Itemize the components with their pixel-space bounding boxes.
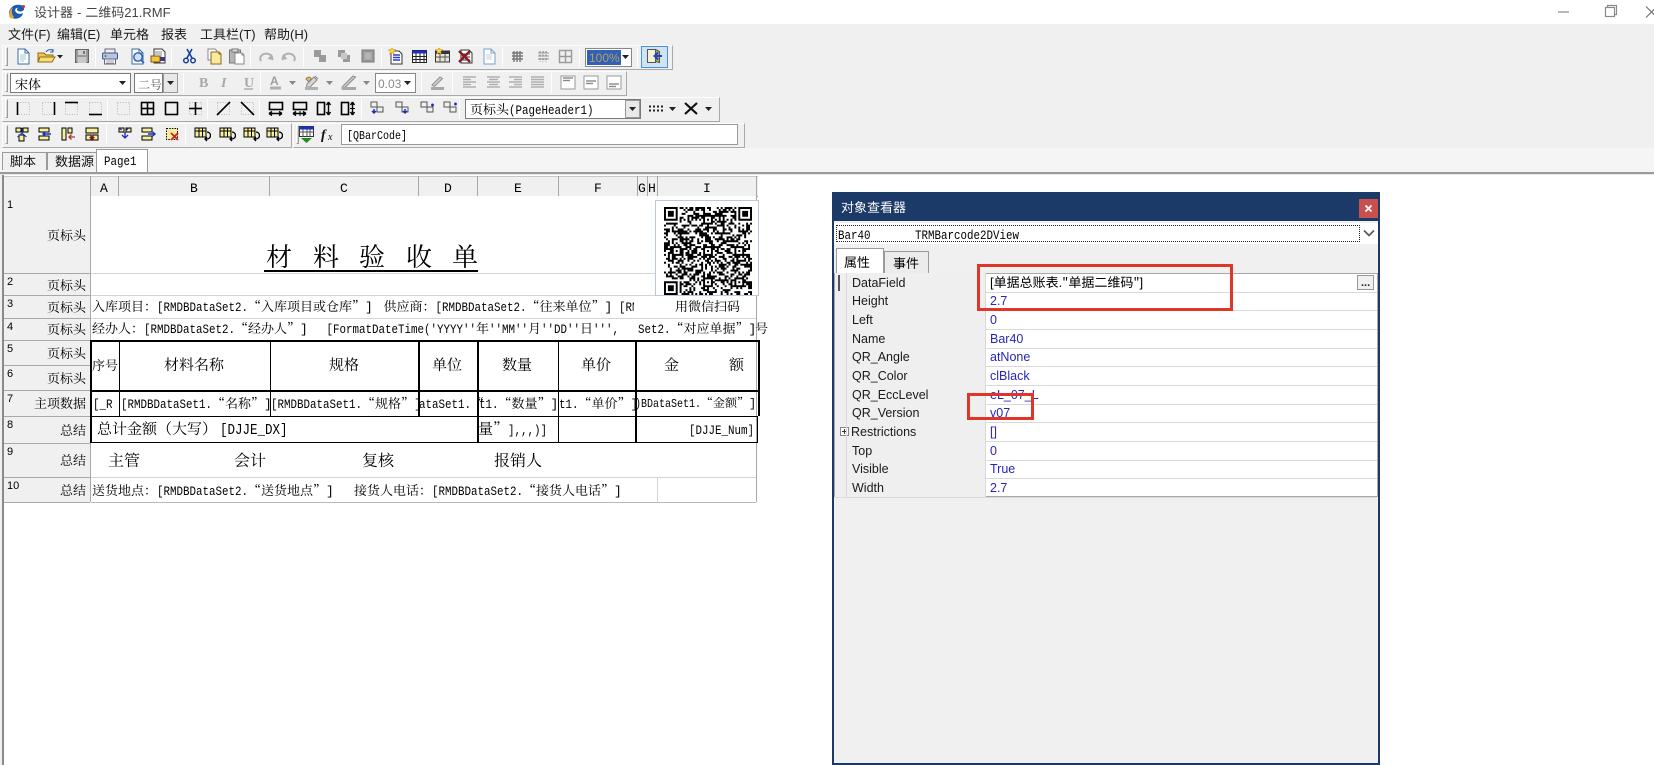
svg-text:1: 1 [7,199,13,211]
svg-text:2.7: 2.7 [990,481,1007,495]
svg-text:D: D [444,181,452,196]
svg-text:3: 3 [7,298,13,310]
svg-text:QR_Color: QR_Color [852,369,908,383]
svg-text:Bar40: Bar40 [838,228,871,243]
svg-text:x: x [327,132,333,143]
svg-text:[RMDBDataSet2.: [RMDBDataSet2. [157,300,248,315]
svg-text:Page1: Page1 [104,154,137,169]
svg-text:Width: Width [852,481,884,495]
svg-text:[RMD: [RMD [619,300,634,315]
svg-text:]: ] [326,484,334,499]
svg-text:0: 0 [990,444,997,458]
svg-text:Left: Left [852,313,873,327]
svg-text:]: ] [551,397,559,412]
svg-text:(F): (F) [34,27,51,42]
svg-text:F: F [594,181,602,196]
svg-text:Top: Top [852,444,872,458]
svg-text:QR_EccLevel: QR_EccLevel [852,388,928,402]
svg-text:atNone: atNone [990,350,1030,364]
svg-text:ataSet1.: ataSet1. [419,397,471,412]
svg-text:Set2.: Set2. [638,322,671,337]
svg-text:2: 2 [7,276,13,288]
svg-text:TRMBarcode2DView: TRMBarcode2DView [915,228,1019,243]
svg-text:[RMDBDataSet1.: [RMDBDataSet1. [271,397,362,412]
svg-text:21.RMF: 21.RMF [124,5,170,20]
svg-text:E: E [514,181,522,196]
svg-text:]: ] [614,484,622,499]
svg-text:[RMDBDataSet2.: [RMDBDataSet2. [144,322,235,337]
svg-text:0.03: 0.03 [378,77,402,91]
svg-text:],,,)]: ],,,)] [508,423,547,438]
svg-text:QR_Angle: QR_Angle [852,350,910,364]
svg-text:9: 9 [7,446,13,458]
svg-text:B: B [199,76,208,91]
svg-text:''DD'': ''DD'' [541,322,580,337]
svg-text:Bar40: Bar40 [990,332,1023,346]
svg-text:...: ... [1361,277,1370,289]
svg-text:100%: 100% [589,51,620,65]
svg-text:QR_Version: QR_Version [852,406,919,420]
svg-text:True: True [990,462,1015,476]
svg-text:(PageHeader1): (PageHeader1) [509,103,594,118]
svg-text:8: 8 [7,419,13,431]
svg-text:[RMDBDataSet2.: [RMDBDataSet2. [436,300,527,315]
svg-text:[DJJE_DX]: [DJJE_DX] [220,422,288,439]
svg-text:[RMDBDataSet1.: [RMDBDataSet1. [121,397,212,412]
svg-text:Height: Height [852,294,889,308]
svg-text:0: 0 [990,313,997,327]
svg-text:A: A [100,181,108,196]
svg-text:]: ] [300,322,308,337]
svg-text:I: I [703,181,711,196]
svg-text:[_R: [_R [93,397,113,412]
svg-text:f: f [321,128,327,143]
svg-text:H: H [648,181,656,196]
svg-text:t1.: t1. [479,397,499,412]
svg-text:-: - [77,5,81,20]
svg-text:G: G [638,181,646,196]
svg-text:clBlack: clBlack [990,369,1030,383]
svg-text:''MM'': ''MM'' [489,322,528,337]
svg-text:[RMDBDataSet2.: [RMDBDataSet2. [157,484,248,499]
svg-text:]: ] [365,300,373,315]
svg-text:5: 5 [7,343,13,355]
svg-text:[DJJE_Num]: [DJJE_Num] [689,423,754,438]
svg-text:[RMDBDataSet2.: [RMDBDataSet2. [432,484,523,499]
svg-text:10: 10 [7,480,19,492]
svg-text:]: ] [749,397,756,411]
svg-text:A: A [270,74,279,88]
svg-text:Restrictions: Restrictions [851,425,916,439]
svg-text:t1.: t1. [559,397,579,412]
svg-text:''',: ''', [593,322,619,337]
svg-text:I: I [220,76,227,91]
svg-text:]: ] [605,300,613,315]
svg-text:4: 4 [7,321,13,333]
svg-text:(H): (H) [290,27,308,42]
svg-text:[QBarCode]: [QBarCode] [347,129,407,143]
svg-text:[]: [] [990,425,997,439]
svg-text:]: ] [749,322,757,337]
svg-text:B: B [190,181,198,196]
svg-text:6: 6 [7,368,13,380]
svg-text:[FormatDateTime('YYYY'': [FormatDateTime('YYYY'' [327,322,477,337]
svg-text:C: C [340,181,348,196]
svg-text:DataField: DataField [852,276,906,290]
svg-text:)BDataSet1.: )BDataSet1. [635,397,701,411]
svg-text:(T): (T) [239,27,256,42]
svg-text:7: 7 [7,393,13,405]
svg-text:Visible: Visible [852,462,889,476]
svg-text:(E): (E) [83,27,100,42]
svg-text:Name: Name [852,332,885,346]
